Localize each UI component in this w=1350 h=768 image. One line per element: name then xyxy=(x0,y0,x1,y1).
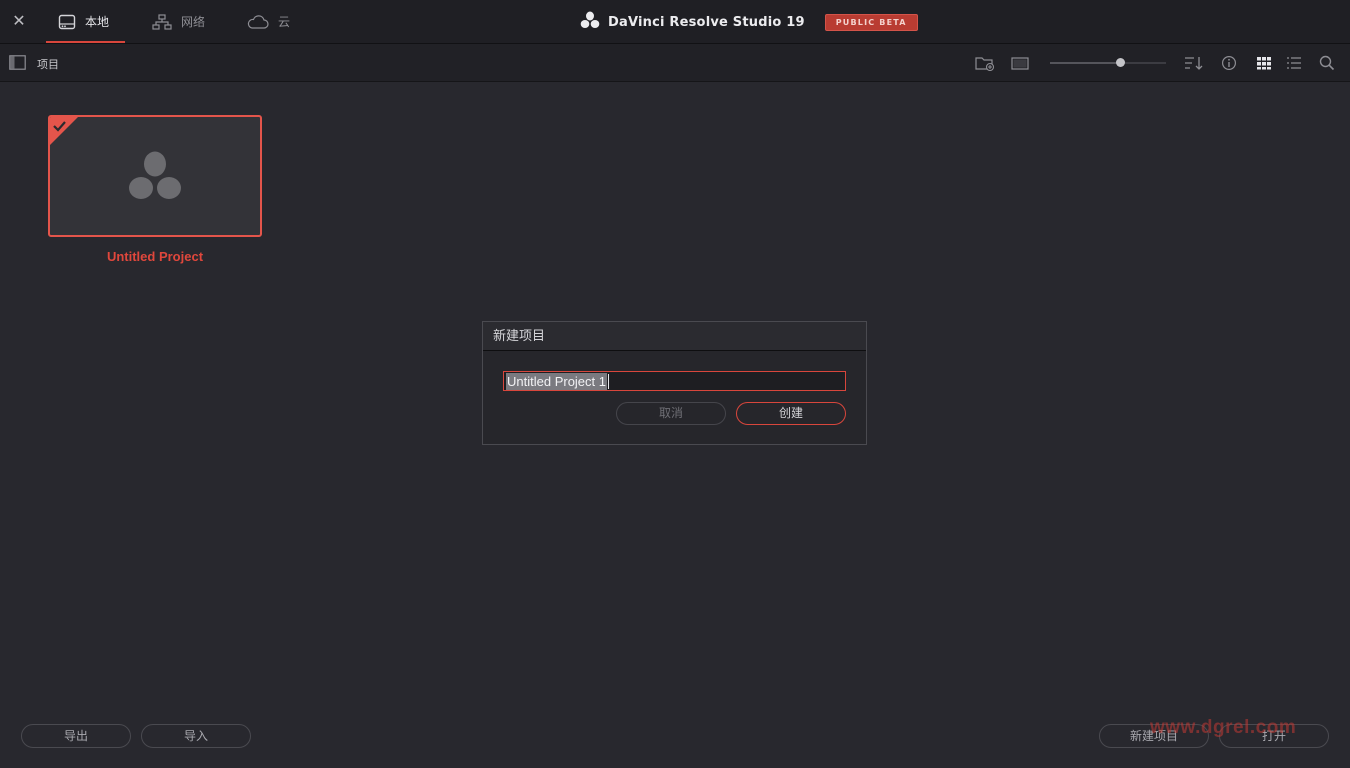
project-toolbar: 项目 xyxy=(0,44,1350,82)
davinci-logo-icon xyxy=(580,11,600,33)
sort-icon[interactable] xyxy=(1184,55,1204,71)
public-beta-badge: PUBLIC BETA xyxy=(824,13,918,31)
close-icon[interactable]: ✕ xyxy=(10,12,28,30)
project-card[interactable] xyxy=(48,115,262,237)
new-folder-icon[interactable] xyxy=(975,55,995,71)
toolbar-title: 项目 xyxy=(37,58,59,71)
grid-view-icon[interactable] xyxy=(1256,56,1272,70)
selected-check-icon xyxy=(50,117,80,151)
project-name-input-value: Untitled Project 1 xyxy=(506,372,607,390)
tab-network-label: 网络 xyxy=(181,15,206,29)
drive-icon xyxy=(58,14,76,30)
tab-network[interactable]: 网络 xyxy=(152,0,205,43)
tab-cloud[interactable]: 云 xyxy=(247,0,290,43)
tab-local[interactable]: 本地 xyxy=(46,0,125,43)
cloud-icon xyxy=(247,14,269,29)
text-caret xyxy=(608,373,609,389)
import-button[interactable]: 导入 xyxy=(141,724,251,748)
project-name-input[interactable]: Untitled Project 1 xyxy=(503,371,846,391)
app-name: DaVinci Resolve Studio 19 xyxy=(608,14,805,30)
list-view-icon[interactable] xyxy=(1286,56,1302,70)
tab-local-label: 本地 xyxy=(85,15,110,29)
project-thumbnail-logo-icon xyxy=(126,150,184,208)
info-icon[interactable] xyxy=(1221,55,1237,71)
network-icon xyxy=(152,13,172,30)
dialog-title: 新建项目 xyxy=(483,322,866,351)
search-icon[interactable] xyxy=(1319,55,1335,71)
project-name[interactable]: Untitled Project xyxy=(48,249,262,264)
thumbnail-zoom-slider[interactable] xyxy=(1050,58,1166,67)
export-button[interactable]: 导出 xyxy=(21,724,131,748)
tab-cloud-label: 云 xyxy=(278,15,291,29)
watermark: www.dgrel.com xyxy=(1150,717,1297,738)
slider-knob[interactable] xyxy=(1115,58,1125,67)
app-brand: DaVinci Resolve Studio 19 PUBLIC BETA xyxy=(580,11,918,33)
thumbnail-view-icon[interactable] xyxy=(1011,56,1029,70)
slider-fill xyxy=(1050,62,1120,64)
sidebar-toggle-icon[interactable] xyxy=(9,55,26,70)
new-project-dialog: 新建项目 Untitled Project 1 取消 创建 xyxy=(482,321,867,445)
create-button[interactable]: 创建 xyxy=(736,402,846,425)
cancel-button[interactable]: 取消 xyxy=(616,402,726,425)
title-bar: ✕ 本地 网络 云 DaVinci Resolve Studio 19 PUBL… xyxy=(0,0,1350,44)
